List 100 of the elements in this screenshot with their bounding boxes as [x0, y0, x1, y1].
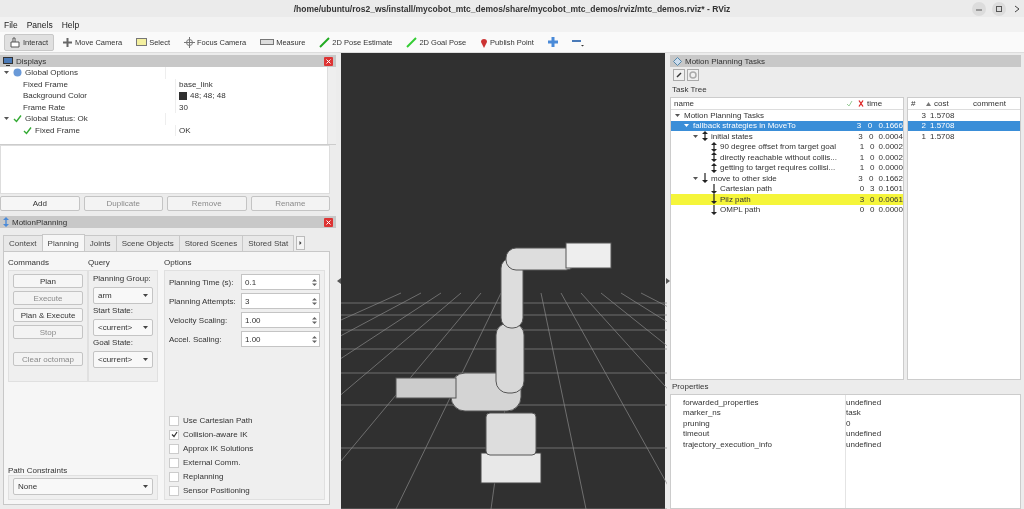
task-row[interactable]: move to other side 3 0 0.1662	[671, 173, 903, 184]
plus-icon	[547, 37, 558, 47]
menu-item[interactable]: File	[4, 19, 18, 30]
success-count: 3	[857, 131, 863, 141]
panel-title: MotionPlanning	[12, 217, 68, 227]
task-time: 0.1666	[877, 121, 903, 131]
dropdown[interactable]: None	[13, 478, 153, 495]
success-count: 1	[858, 142, 865, 152]
command-button[interactable]: Plan & Execute	[13, 308, 83, 322]
solution-row[interactable]: 3 1.5708	[908, 110, 1020, 121]
scrollbar[interactable]	[327, 67, 336, 144]
scroll-right-icon[interactable]	[296, 236, 306, 250]
monitor-icon	[3, 56, 13, 66]
dropdown[interactable]: arm	[93, 287, 153, 304]
field-label: Planning Group:	[93, 274, 152, 285]
check-icon	[846, 100, 853, 107]
updown-arrow-icon	[702, 131, 708, 142]
collapse-arrow-icon[interactable]	[665, 278, 670, 284]
success-count: 1	[858, 163, 865, 173]
expand-arrow-icon[interactable]	[683, 122, 690, 130]
dropdown[interactable]: <current>	[93, 319, 153, 336]
expand-arrow-icon[interactable]	[692, 174, 699, 182]
task-name: OMPL path	[720, 205, 761, 215]
task-row[interactable]: Cartesian path 0 3 0.1601	[671, 183, 903, 194]
tab[interactable]: Stored Scenes	[178, 235, 244, 251]
failure-count: 0	[869, 163, 875, 173]
failure-count: 0	[866, 121, 873, 131]
expand-arrow-icon[interactable]	[692, 132, 699, 140]
property-value: undefined	[846, 439, 882, 449]
tab[interactable]: Scene Objects	[115, 235, 180, 251]
tab[interactable]: Planning	[41, 234, 85, 251]
task-time: 0.0000	[877, 205, 903, 215]
crosshair-icon	[184, 36, 195, 48]
command-button[interactable]: Plan	[13, 274, 83, 288]
checkbox[interactable]: Use Cartesian Path	[169, 415, 320, 426]
task-row[interactable]: Pilz path 3 0 0.0061	[671, 194, 903, 205]
menu-item[interactable]: Help	[61, 19, 80, 30]
field-label: Accel. Scaling:	[169, 334, 223, 344]
down-arrow-icon	[702, 173, 708, 184]
property-value: task	[846, 408, 861, 418]
ruler-icon	[260, 39, 275, 45]
checkbox[interactable]: Sensor Positioning	[169, 485, 320, 496]
display-button[interactable]: Add	[0, 196, 80, 211]
section-label: Task Tree	[671, 84, 708, 96]
number-field[interactable]: 1.00	[241, 312, 320, 328]
task-row[interactable]: Motion Planning Tasks	[671, 110, 903, 121]
task-row[interactable]: 90 degree offset from target goal 1 0 0.0002	[671, 141, 903, 152]
solution-row[interactable]: 1 1.5708	[908, 131, 1020, 142]
select-icon	[136, 37, 148, 47]
dropdown[interactable]: <current>	[93, 351, 153, 368]
task-name: directly reachable without collis...	[720, 152, 837, 162]
property-name: Global Options	[25, 68, 78, 78]
checkbox[interactable]: Approx IK Solutions	[169, 443, 320, 454]
checkbox[interactable]: Replanning	[169, 471, 320, 482]
number-field[interactable]: 0.1	[241, 274, 320, 290]
panel-title: Motion Planning Tasks	[685, 56, 765, 66]
field-label: Velocity Scaling:	[169, 315, 229, 325]
tab[interactable]: Context	[3, 235, 43, 251]
checkbox[interactable]: Collision-aware IK	[169, 429, 320, 440]
number-field[interactable]: 3	[241, 293, 320, 309]
task-row[interactable]: initial states 3 0 0.0004	[671, 131, 903, 142]
checkbox[interactable]: External Comm.	[169, 457, 320, 468]
success-count: 3	[858, 194, 865, 204]
failure-count: 0	[869, 152, 875, 162]
expand-arrow-icon[interactable]	[3, 115, 10, 123]
expand-arrow-icon[interactable]	[674, 111, 681, 119]
property-name: trajectory_execution_info	[682, 439, 773, 449]
maximize-icon[interactable]	[992, 2, 1006, 16]
expand-arrow-icon[interactable]	[3, 69, 10, 77]
task-row[interactable]: getting to target requires collisi... 1 0 0.0000	[671, 162, 903, 173]
property-name: forwarded_properties	[682, 397, 760, 407]
success-count: 0	[858, 184, 865, 194]
group-title: Query	[88, 258, 111, 269]
3d-viewport[interactable]	[341, 53, 665, 509]
group-title: Commands	[8, 258, 50, 269]
task-row[interactable]: directly reachable without collis... 1 0 0.0002	[671, 152, 903, 163]
task-name: 90 degree offset from target goal	[720, 142, 836, 152]
field-label: Planning Time (s):	[169, 277, 235, 287]
field-label: Planning Attempts:	[169, 296, 237, 306]
column-header: cost	[934, 99, 950, 108]
property-name: Global Status: Ok	[25, 114, 88, 124]
task-name: fallback strategies in MoveTo	[693, 121, 796, 131]
property-value: OK	[179, 125, 191, 135]
spin-arrows-icon	[312, 277, 317, 287]
tab[interactable]: Stored Stat	[242, 235, 295, 251]
property-name: Fixed Frame	[23, 79, 68, 89]
task-row[interactable]: OMPL path 0 0 0.0000	[671, 204, 903, 215]
property-name: pruning	[682, 418, 711, 428]
spin-arrows-icon	[312, 334, 317, 344]
number-field[interactable]: 1.00	[241, 331, 320, 347]
panel-title: Displays	[16, 56, 47, 66]
tab[interactable]: Joints	[83, 235, 117, 251]
property-name: timeout	[682, 429, 711, 439]
tool-icon[interactable]	[673, 69, 685, 81]
collapse-arrow-icon[interactable]	[336, 278, 341, 284]
task-time: 0.0004	[877, 131, 903, 141]
failure-count: 0	[869, 194, 875, 204]
property-value: 0	[846, 418, 851, 428]
success-count: 1	[858, 152, 865, 162]
menu-item[interactable]: Panels	[26, 19, 53, 30]
